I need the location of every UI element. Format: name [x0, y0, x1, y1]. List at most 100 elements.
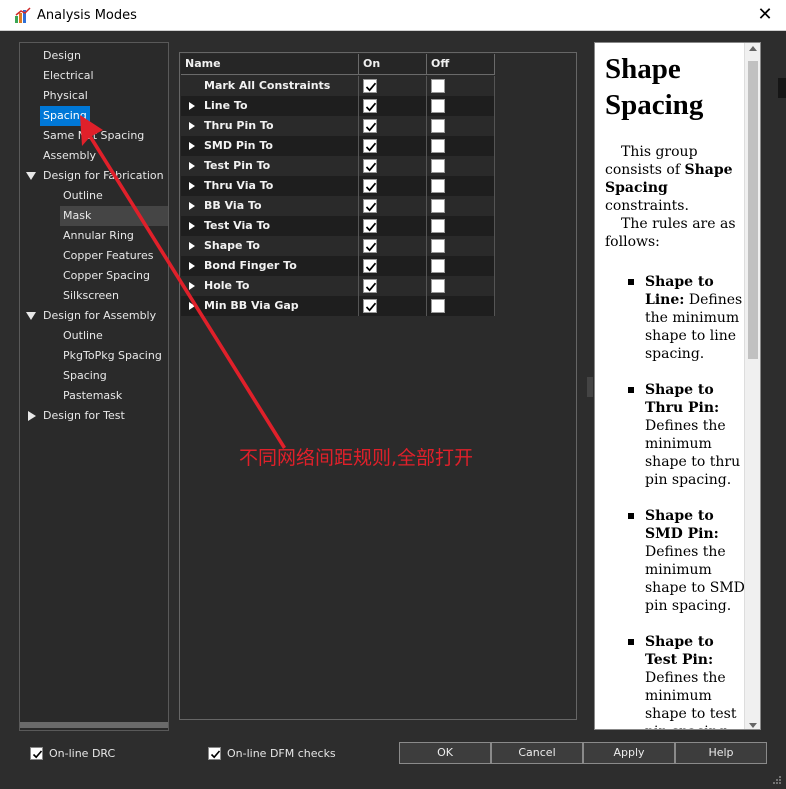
tree-item[interactable]: Same Net Spacing [40, 126, 147, 146]
scroll-down-icon[interactable] [749, 723, 757, 728]
tree-item[interactable]: Pastemask [60, 386, 125, 406]
tree-item[interactable]: Design [40, 46, 84, 66]
expand-right-icon[interactable] [189, 242, 195, 250]
tree-item[interactable]: Outline [60, 326, 106, 346]
ok-button[interactable]: OK [399, 742, 491, 764]
tree-item[interactable]: Outline [60, 186, 106, 206]
off-checkbox[interactable] [431, 179, 445, 193]
on-checkbox[interactable] [363, 119, 377, 133]
help-content: Shape Spacing This group consists of Sha… [595, 43, 745, 729]
panel-splitter[interactable] [587, 42, 593, 730]
apply-button[interactable]: Apply [583, 742, 675, 764]
tree-item[interactable]: Electrical [40, 66, 97, 86]
on-checkbox[interactable] [363, 159, 377, 173]
expand-right-icon[interactable] [189, 102, 195, 110]
expand-right-icon[interactable] [189, 282, 195, 290]
off-checkbox[interactable] [431, 279, 445, 293]
on-checkbox[interactable] [363, 79, 377, 93]
tree-item[interactable]: Annular Ring [60, 226, 137, 246]
tree-item-label: Silkscreen [63, 289, 120, 302]
off-checkbox[interactable] [431, 299, 445, 313]
tree-item[interactable]: Spacing [40, 106, 90, 126]
column-header-on[interactable]: On [359, 54, 427, 74]
help-button[interactable]: Help [675, 742, 767, 764]
table-row[interactable]: Test Via To [181, 216, 495, 236]
expand-right-icon[interactable] [189, 302, 195, 310]
table-row[interactable]: Mark All Constraints [181, 76, 495, 96]
app-icon [15, 7, 31, 23]
table-row[interactable]: Hole To [181, 276, 495, 296]
tree-horizontal-scrollbar[interactable] [20, 722, 168, 728]
off-checkbox[interactable] [431, 79, 445, 93]
tree-item[interactable]: Mask [60, 206, 168, 226]
expand-down-icon[interactable] [26, 172, 36, 180]
off-cell [427, 236, 495, 256]
tree-item[interactable]: Design for Assembly [40, 306, 159, 326]
expand-right-icon[interactable] [189, 262, 195, 270]
on-checkbox[interactable] [363, 199, 377, 213]
on-cell [359, 76, 427, 96]
expand-down-icon[interactable] [26, 312, 36, 320]
constraint-name-cell: Test Via To [181, 216, 359, 236]
off-checkbox[interactable] [431, 239, 445, 253]
table-row[interactable]: Shape To [181, 236, 495, 256]
table-row[interactable]: Bond Finger To [181, 256, 495, 276]
table-row[interactable]: Test Pin To [181, 156, 495, 176]
column-header-off[interactable]: Off [427, 54, 495, 74]
cancel-button[interactable]: Cancel [491, 742, 583, 764]
online-dfm-checkbox[interactable] [208, 747, 221, 760]
constraint-tree[interactable]: Design Electrical Physical Spacing Same Net … [19, 42, 169, 731]
expand-right-icon[interactable] [189, 222, 195, 230]
constraint-name-cell: Mark All Constraints [181, 76, 359, 96]
expand-right-icon[interactable] [28, 411, 36, 421]
help-intro-rules: The rules are as follows: [605, 216, 736, 250]
off-checkbox[interactable] [431, 99, 445, 113]
table-row[interactable]: Thru Via To [181, 176, 495, 196]
off-checkbox[interactable] [431, 259, 445, 273]
off-checkbox[interactable] [431, 219, 445, 233]
tree-item[interactable]: Assembly [40, 146, 99, 166]
tree-item[interactable]: Design for Test [40, 406, 128, 426]
on-checkbox[interactable] [363, 259, 377, 273]
off-checkbox[interactable] [431, 199, 445, 213]
on-checkbox[interactable] [363, 279, 377, 293]
table-row[interactable]: Thru Pin To [181, 116, 495, 136]
table-row[interactable]: SMD Pin To [181, 136, 495, 156]
off-checkbox[interactable] [431, 159, 445, 173]
tree-item[interactable]: Physical [40, 86, 91, 106]
expand-right-icon[interactable] [189, 142, 195, 150]
scroll-up-icon[interactable] [749, 46, 757, 51]
resize-grip-icon[interactable] [772, 775, 782, 785]
expand-right-icon[interactable] [189, 202, 195, 210]
help-vertical-scrollbar[interactable] [744, 43, 760, 729]
table-row[interactable]: Min BB Via Gap [181, 296, 495, 316]
table-row[interactable]: Line To [181, 96, 495, 116]
tree-item[interactable]: Silkscreen [60, 286, 122, 306]
off-checkbox[interactable] [431, 119, 445, 133]
tree-item[interactable]: Design for Fabrication [40, 166, 167, 186]
splitter-grip[interactable] [587, 377, 593, 397]
tree-item[interactable]: Copper Spacing [60, 266, 153, 286]
on-checkbox[interactable] [363, 179, 377, 193]
tree-item[interactable]: Spacing [60, 366, 110, 386]
table-row[interactable]: BB Via To [181, 196, 495, 216]
on-checkbox[interactable] [363, 99, 377, 113]
help-scroll-thumb[interactable] [748, 61, 758, 359]
off-checkbox[interactable] [431, 139, 445, 153]
tree-item[interactable]: PkgToPkg Spacing [60, 346, 165, 366]
off-cell [427, 216, 495, 236]
on-checkbox[interactable] [363, 299, 377, 313]
help-rule-desc: Defines the minimum shape to thru pin sp… [645, 418, 741, 488]
on-checkbox[interactable] [363, 219, 377, 233]
tree-item[interactable]: Copper Features [60, 246, 156, 266]
expand-right-icon[interactable] [189, 162, 195, 170]
on-checkbox[interactable] [363, 239, 377, 253]
column-header-name[interactable]: Name [181, 54, 359, 74]
on-checkbox[interactable] [363, 139, 377, 153]
check-icon [365, 182, 377, 192]
expand-right-icon[interactable] [189, 122, 195, 130]
close-button[interactable]: ✕ [754, 4, 776, 26]
online-drc-checkbox[interactable] [30, 747, 43, 760]
check-icon [365, 162, 377, 172]
expand-right-icon[interactable] [189, 182, 195, 190]
